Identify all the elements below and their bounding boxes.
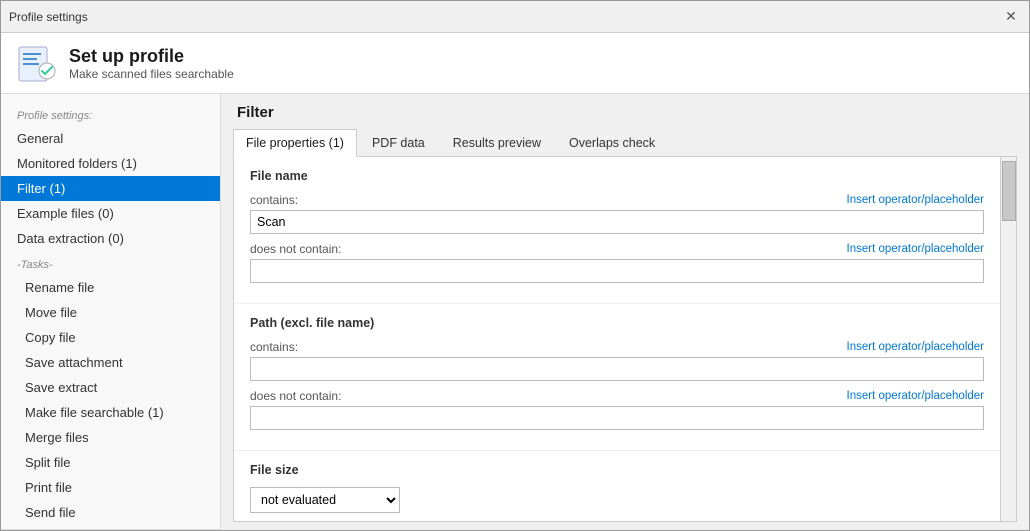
path-contains-input[interactable]: [250, 357, 984, 381]
sidebar-item-copy-file[interactable]: Copy file: [1, 325, 220, 350]
file-name-title: File name: [250, 169, 984, 183]
sidebar-item-make-file-searchable[interactable]: Make file searchable (1): [1, 400, 220, 425]
tab-overlaps-check[interactable]: Overlaps check: [556, 129, 668, 156]
sidebar-item-print-file[interactable]: Print file: [1, 475, 220, 500]
file-name-contains-insert-link[interactable]: Insert operator/placeholder: [847, 194, 984, 206]
file-name-not-contains-label: does not contain:: [250, 242, 341, 256]
path-not-contains-label: does not contain:: [250, 389, 341, 403]
main-panel: Filter File properties (1) PDF data Resu…: [221, 94, 1029, 530]
file-size-section: File size not evaluated less than greate…: [234, 451, 1000, 522]
tabs-bar: File properties (1) PDF data Results pre…: [221, 129, 1029, 156]
panel-title: Filter: [221, 94, 1029, 129]
profile-settings-window: Profile settings ✕ Set up profile Make s…: [0, 0, 1030, 531]
scrollbar-thumb[interactable]: [1002, 161, 1016, 221]
window-title: Profile settings: [9, 10, 88, 24]
tasks-label: -Tasks-: [1, 251, 220, 275]
sidebar-section-label: Profile settings:: [1, 102, 220, 126]
header-text: Set up profile Make scanned files search…: [69, 46, 234, 81]
sidebar-item-send-file[interactable]: Send file: [1, 500, 220, 525]
title-bar: Profile settings ✕: [1, 1, 1029, 33]
sidebar-item-filter[interactable]: Filter (1): [1, 176, 220, 201]
sidebar-item-split-file[interactable]: Split file: [1, 450, 220, 475]
sidebar-item-rename-file[interactable]: Rename file: [1, 275, 220, 300]
content-area: Profile settings: General Monitored fold…: [1, 94, 1029, 530]
sidebar: Profile settings: General Monitored fold…: [1, 94, 221, 530]
sidebar-item-general[interactable]: General: [1, 126, 220, 151]
tab-pdf-data[interactable]: PDF data: [359, 129, 438, 156]
path-section: Path (excl. file name) contains: Insert …: [234, 304, 1000, 451]
scrollbar[interactable]: [1000, 157, 1016, 521]
tab-content: File name contains: Insert operator/plac…: [233, 156, 1017, 522]
file-name-contains-label: contains:: [250, 193, 298, 207]
file-size-dropdown[interactable]: not evaluated less than greater than bet…: [250, 487, 400, 513]
sidebar-item-move-file[interactable]: Move file: [1, 300, 220, 325]
header-title: Set up profile: [69, 46, 234, 67]
sidebar-item-example-files[interactable]: Example files (0): [1, 201, 220, 226]
path-title: Path (excl. file name): [250, 316, 984, 330]
path-not-contains-input[interactable]: [250, 406, 984, 430]
tab-inner: File name contains: Insert operator/plac…: [234, 157, 1016, 522]
close-button[interactable]: ✕: [1001, 7, 1021, 27]
profile-icon: [17, 43, 57, 83]
sidebar-item-merge-files[interactable]: Merge files: [1, 425, 220, 450]
sidebar-item-monitored-folders[interactable]: Monitored folders (1): [1, 151, 220, 176]
path-not-contains-insert-link[interactable]: Insert operator/placeholder: [847, 390, 984, 402]
path-contains-row: contains: Insert operator/placeholder: [250, 340, 984, 381]
tab-results-preview[interactable]: Results preview: [440, 129, 554, 156]
header-subtitle: Make scanned files searchable: [69, 67, 234, 81]
tab-file-properties[interactable]: File properties (1): [233, 129, 357, 157]
file-name-contains-input[interactable]: [250, 210, 984, 234]
sidebar-item-data-extraction[interactable]: Data extraction (0): [1, 226, 220, 251]
file-name-not-contains-input[interactable]: [250, 259, 984, 283]
file-name-section: File name contains: Insert operator/plac…: [234, 157, 1000, 304]
file-name-contains-row: contains: Insert operator/placeholder: [250, 193, 984, 234]
file-name-not-contains-row: does not contain: Insert operator/placeh…: [250, 242, 984, 283]
path-contains-label: contains:: [250, 340, 298, 354]
file-name-not-contains-insert-link[interactable]: Insert operator/placeholder: [847, 243, 984, 255]
path-not-contains-row: does not contain: Insert operator/placeh…: [250, 389, 984, 430]
sidebar-item-save-attachment[interactable]: Save attachment: [1, 350, 220, 375]
file-size-title: File size: [250, 463, 984, 477]
sidebar-item-save-extract[interactable]: Save extract: [1, 375, 220, 400]
path-contains-insert-link[interactable]: Insert operator/placeholder: [847, 341, 984, 353]
header: Set up profile Make scanned files search…: [1, 33, 1029, 94]
